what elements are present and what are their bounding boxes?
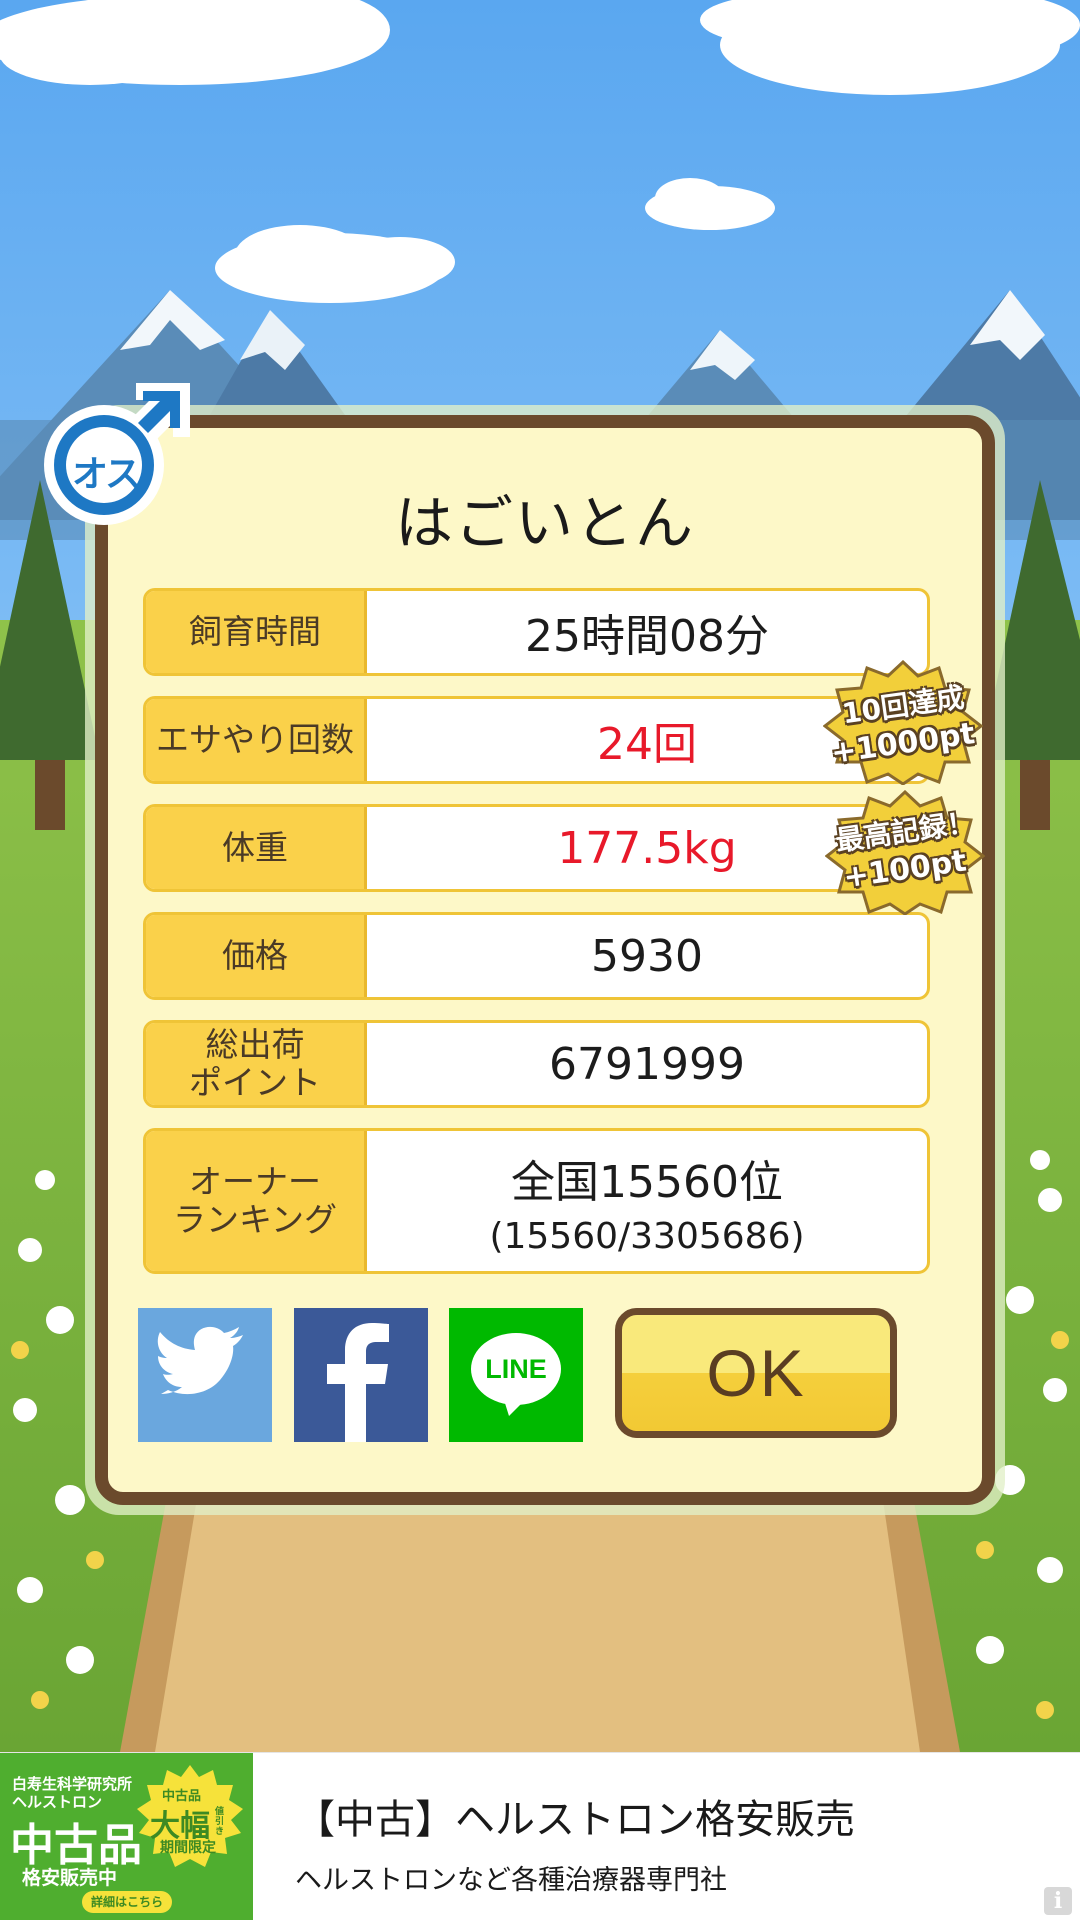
stat-row-weight: 体重 177.5kg (143, 804, 930, 892)
stat-label: オーナー ランキング (146, 1131, 367, 1271)
ad-title[interactable]: 【中古】ヘルストロン格安販売 (295, 1787, 855, 1845)
ad-image[interactable]: 白寿生科学研究所 ヘルストロン 中古品 格安販売中 中古品 大幅 値引き 期間限… (0, 1753, 253, 1920)
gender-text: オス (71, 454, 141, 495)
stat-label: 総出荷 ポイント (146, 1023, 367, 1105)
ranking-text: 全国15560位 (511, 1156, 783, 1208)
stat-row-owner-ranking: オーナー ランキング 全国15560位 (15560/3305686) (143, 1128, 930, 1274)
dialog-panel: はごいとん 飼育時間 25時間08分 エサやり回数 24回 体重 177.5kg (95, 415, 995, 1505)
ad-info-icon[interactable]: i (1044, 1887, 1072, 1915)
line-share-button[interactable]: LINE (449, 1308, 583, 1442)
stat-row-price: 価格 5930 (143, 912, 930, 1000)
ad-banner[interactable]: 白寿生科学研究所 ヘルストロン 中古品 格安販売中 中古品 大幅 値引き 期間限… (0, 1752, 1080, 1920)
stat-row-shipping-points: 総出荷 ポイント 6791999 (143, 1020, 930, 1108)
stat-label: 飼育時間 (146, 591, 367, 673)
feed-achievement-badge: 10回達成 +1000pt (822, 659, 984, 786)
game-screen: はごいとん 飼育時間 25時間08分 エサやり回数 24回 体重 177.5kg (0, 0, 1080, 1920)
facebook-share-button[interactable] (294, 1308, 428, 1442)
ad-burst-bottom: 期間限定 (160, 1840, 216, 1856)
weight-record-badge: 最高記録！ +100pt (824, 789, 986, 916)
stat-value: 6791999 (367, 1023, 927, 1105)
facebook-f-icon (327, 1323, 389, 1442)
stat-value: 5930 (367, 915, 927, 997)
stat-value-text: 25時間08分 (525, 611, 769, 662)
male-badge: オス (38, 375, 198, 535)
stat-value: 全国15560位 (15560/3305686) (367, 1131, 927, 1271)
pig-name: はごいとん (394, 489, 695, 557)
stat-value-text: 6791999 (549, 1038, 745, 1090)
ad-image-sub-text: 格安販売中 (22, 1867, 118, 1889)
stat-label: 体重 (146, 807, 367, 889)
line-label: LINE (485, 1354, 547, 1384)
ranking-detail: (15560/3305686) (489, 1215, 805, 1257)
stat-value-text: 5930 (591, 930, 703, 982)
stat-label: エサやり回数 (146, 699, 367, 781)
stat-row-feed-count: エサやり回数 24回 (143, 696, 930, 784)
ok-button[interactable]: OK (615, 1308, 897, 1438)
stat-value-text: 177.5kg (557, 822, 737, 874)
stat-row-breeding-time: 飼育時間 25時間08分 (143, 588, 930, 676)
twitter-bird-icon (157, 1326, 243, 1395)
result-dialog: はごいとん 飼育時間 25時間08分 エサやり回数 24回 体重 177.5kg (85, 405, 1005, 1515)
ad-details-button[interactable]: 詳細はこちら (82, 1891, 172, 1913)
ad-burst-side: 値引き (215, 1807, 225, 1837)
ad-description: ヘルストロンなど各種治療器専門社 (295, 1865, 727, 1896)
twitter-share-button[interactable] (138, 1308, 272, 1442)
stat-value-text: 24回 (597, 719, 697, 770)
stat-label: 価格 (146, 915, 367, 997)
